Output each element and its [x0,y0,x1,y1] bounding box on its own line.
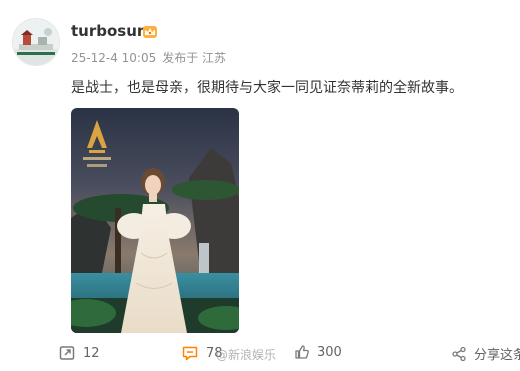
share-label: 分享这条 [474,348,520,363]
like-button[interactable]: 300 [294,344,342,360]
avatar-image [13,19,59,65]
avatar[interactable] [12,18,60,66]
watermark: @新浪娱乐 [216,348,277,362]
post-meta: 25-12-4 10:05 发布于 江苏 [71,49,226,66]
repost-count: 12 [83,345,100,361]
share-icon [452,346,466,361]
post-date[interactable]: 25-12-4 10:05 [71,51,156,65]
post-text: 是战士，也是母亲，很期待与大家一同见证奈蒂莉的全新故事。 [71,80,463,96]
repost-icon [59,346,75,360]
repost-button[interactable]: 12 [58,344,100,362]
username[interactable]: turbosun [71,22,148,40]
comment-icon [182,346,198,361]
like-count: 300 [317,344,342,360]
post-image[interactable] [71,108,239,333]
share-button[interactable]: 分享这条 [451,344,520,363]
like-icon [295,345,309,359]
poster-artwork [71,108,239,333]
post-location: 发布于 江苏 [162,51,227,65]
crown-icon [143,26,157,38]
